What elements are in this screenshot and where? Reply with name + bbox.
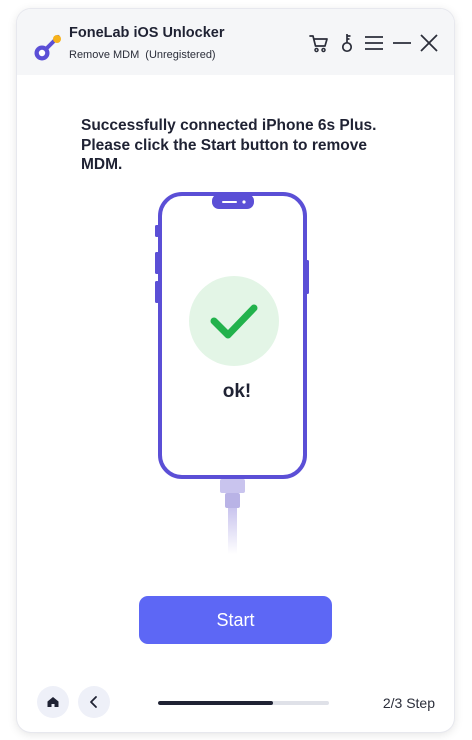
minimize-icon — [393, 42, 411, 44]
chevron-left-icon — [90, 696, 97, 708]
start-button[interactable]: Start — [139, 596, 332, 644]
app-subtitle: Remove MDM (Unregistered) — [69, 49, 216, 61]
step-progress-fill — [158, 701, 273, 705]
key-icon — [341, 34, 353, 53]
minimize-button[interactable] — [390, 31, 414, 55]
app-title: FoneLab iOS Unlocker — [69, 25, 225, 41]
title-bar: FoneLab iOS Unlocker Remove MDM (Unregist… — [17, 9, 454, 75]
mode-label: Remove MDM — [69, 49, 140, 61]
step-label: 2/3 Step — [382, 695, 435, 711]
cart-button[interactable] — [307, 31, 331, 55]
app-window: FoneLab iOS Unlocker Remove MDM (Unregist… — [17, 9, 454, 732]
close-icon — [420, 34, 438, 52]
home-button[interactable] — [37, 686, 69, 718]
home-icon — [47, 697, 59, 707]
connection-message: Successfully connected iPhone 6s Plus. P… — [81, 117, 377, 173]
cart-icon — [309, 35, 328, 53]
register-key-button[interactable] — [335, 31, 359, 55]
menu-icon — [365, 36, 383, 50]
status-label: ok! — [222, 381, 252, 402]
app-logo-icon — [34, 35, 61, 61]
step-progress-bar — [158, 701, 329, 705]
success-circle — [189, 276, 279, 366]
back-button[interactable] — [78, 686, 110, 718]
menu-button[interactable] — [362, 31, 386, 55]
phone-illustration — [155, 192, 309, 554]
close-button[interactable] — [417, 31, 441, 55]
registration-status: (Unregistered) — [145, 49, 216, 61]
